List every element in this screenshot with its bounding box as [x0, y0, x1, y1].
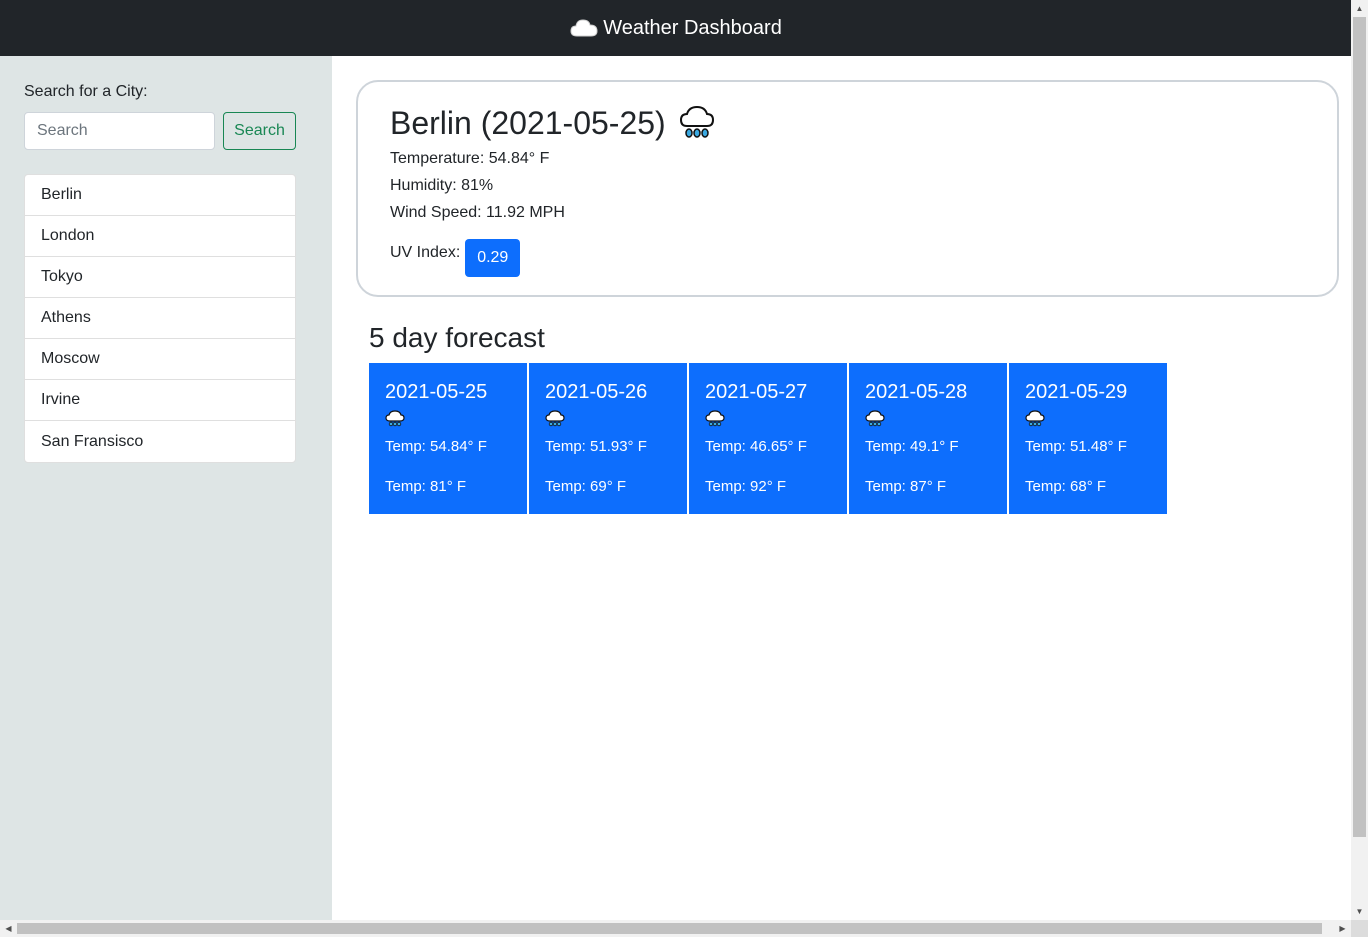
sidebar: Search for a City: Search Berlin London … — [0, 56, 332, 920]
uv-index-label: UV Index: — [390, 244, 461, 261]
rain-cloud-icon — [545, 410, 565, 428]
top-navbar: Weather Dashboard — [0, 0, 1351, 56]
app-title: Weather Dashboard — [603, 16, 782, 39]
city-history-list: Berlin London Tokyo Athens Moscow Irvine… — [24, 174, 296, 463]
forecast-temp: Temp: 54.84° F — [385, 438, 487, 455]
city-item-moscow[interactable]: Moscow — [25, 339, 295, 380]
forecast-card: 2021-05-28 Temp: 49.1° F Temp: 87° F — [849, 363, 1007, 514]
search-button[interactable]: Search — [223, 112, 296, 150]
current-wind-speed: Wind Speed: 11.92 MPH — [390, 204, 565, 221]
city-item-irvine[interactable]: Irvine — [25, 380, 295, 421]
forecast-humidity: Temp: 68° F — [1025, 478, 1107, 495]
rain-cloud-icon — [678, 104, 716, 142]
city-item-athens[interactable]: Athens — [25, 298, 295, 339]
uv-index-row: UV Index: 0.29 — [390, 229, 521, 277]
forecast-date: 2021-05-26 — [545, 381, 648, 403]
forecast-humidity: Temp: 69° F — [545, 478, 627, 495]
forecast-humidity: Temp: 81° F — [385, 478, 467, 495]
vertical-scroll-thumb[interactable] — [1353, 17, 1366, 837]
forecast-date: 2021-05-28 — [865, 381, 968, 403]
forecast-temp: Temp: 46.65° F — [705, 438, 807, 455]
horizontal-scrollbar[interactable]: ◀ ▶ — [0, 920, 1351, 937]
forecast-card: 2021-05-26 Temp: 51.93° F Temp: 69° F — [529, 363, 687, 514]
current-weather-card: Berlin (2021-05-25) Temperature: 54.84° … — [356, 80, 1339, 297]
forecast-humidity: Temp: 87° F — [865, 478, 947, 495]
forecast-temp: Temp: 49.1° F — [865, 438, 959, 455]
brand: Weather Dashboard — [569, 16, 782, 40]
scroll-left-arrow-icon[interactable]: ◀ — [0, 920, 17, 937]
current-temperature: Temperature: 54.84° F — [390, 150, 550, 167]
rain-cloud-icon — [705, 410, 725, 428]
city-item-san-fransisco[interactable]: San Fransisco — [25, 421, 295, 462]
current-weather-heading: Berlin (2021-05-25) — [390, 104, 716, 142]
current-humidity: Humidity: 81% — [390, 177, 494, 194]
city-item-london[interactable]: London — [25, 216, 295, 257]
forecast-heading: 5 day forecast — [369, 322, 545, 353]
scrollbar-corner — [1351, 920, 1368, 937]
forecast-temp: Temp: 51.48° F — [1025, 438, 1127, 455]
horizontal-scroll-thumb[interactable] — [17, 923, 1322, 934]
scroll-down-arrow-icon[interactable]: ▼ — [1351, 903, 1368, 920]
search-input[interactable] — [24, 112, 215, 150]
rain-cloud-icon — [385, 410, 405, 428]
forecast-card: 2021-05-25 Temp: 54.84° F Temp: 81° F — [369, 363, 527, 514]
city-item-berlin[interactable]: Berlin — [25, 175, 295, 216]
rain-cloud-icon — [865, 410, 885, 428]
cloud-icon — [569, 16, 599, 40]
forecast-humidity: Temp: 92° F — [705, 478, 787, 495]
forecast-row: 2021-05-25 Temp: 54.84° F Temp: 81° F 20… — [369, 363, 1169, 514]
rain-cloud-icon — [1025, 410, 1045, 428]
scroll-right-arrow-icon[interactable]: ▶ — [1334, 920, 1351, 937]
current-city-date: Berlin (2021-05-25) — [390, 104, 666, 141]
vertical-scrollbar[interactable]: ▲ ▼ — [1351, 0, 1368, 920]
forecast-card: 2021-05-29 Temp: 51.48° F Temp: 68° F — [1009, 363, 1167, 514]
scroll-up-arrow-icon[interactable]: ▲ — [1351, 0, 1368, 17]
forecast-date: 2021-05-27 — [705, 381, 808, 403]
forecast-date: 2021-05-25 — [385, 381, 488, 403]
forecast-date: 2021-05-29 — [1025, 381, 1128, 403]
forecast-temp: Temp: 51.93° F — [545, 438, 647, 455]
forecast-card: 2021-05-27 Temp: 46.65° F Temp: 92° F — [689, 363, 847, 514]
city-item-tokyo[interactable]: Tokyo — [25, 257, 295, 298]
uv-index-badge: 0.29 — [465, 239, 521, 277]
search-label: Search for a City: — [24, 83, 148, 100]
